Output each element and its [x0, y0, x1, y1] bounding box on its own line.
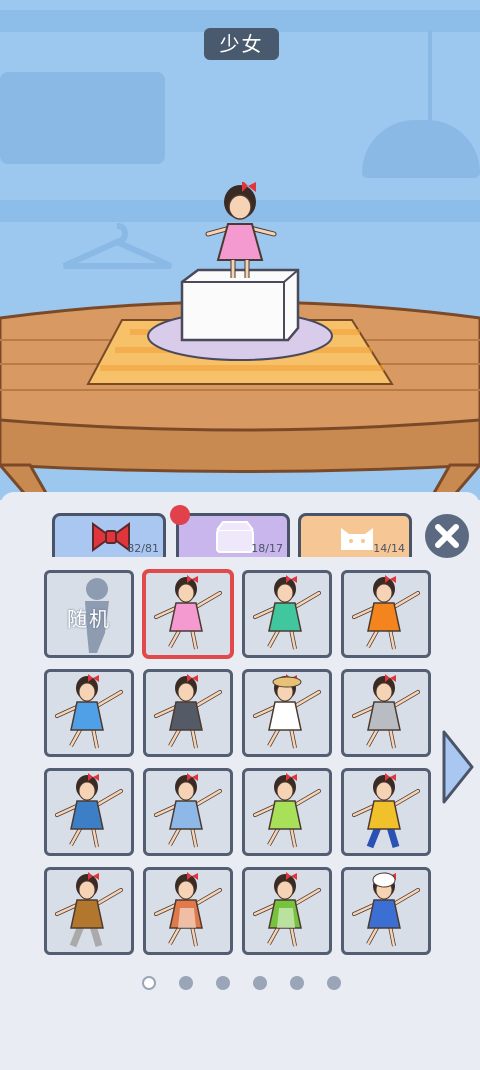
tab-pets-count: 14/14 [373, 542, 405, 555]
close-button[interactable] [425, 514, 469, 558]
page-dot[interactable] [290, 976, 304, 990]
outfit-figure-icon [55, 674, 123, 749]
outfit-cell[interactable] [143, 669, 233, 757]
outfit-figure-icon [253, 575, 321, 650]
outfit-cell[interactable] [341, 669, 431, 757]
preview-scene: 少女 [0, 0, 480, 500]
outfit-cell[interactable] [44, 669, 134, 757]
tab-accessories-count: 18/17 [251, 542, 283, 555]
outfit-figure-icon [352, 773, 420, 849]
page-dot[interactable] [327, 976, 341, 990]
outfit-cell[interactable] [143, 867, 233, 955]
outfit-figure-icon [55, 872, 123, 948]
new-badge [170, 505, 190, 525]
outfit-figure-icon [253, 773, 321, 848]
outfit-figure-icon [55, 773, 123, 848]
outfit-cell[interactable] [242, 570, 332, 658]
page-indicator [140, 976, 360, 992]
page-dot[interactable] [253, 976, 267, 990]
tab-pets[interactable]: 14/14 [298, 513, 412, 557]
tab-accessories[interactable]: 18/17 [176, 513, 290, 557]
character-title: 少女 [204, 28, 279, 60]
lamp-cord [428, 30, 432, 122]
outfit-cell[interactable] [143, 570, 233, 658]
wall-board [0, 72, 165, 164]
close-icon [435, 524, 459, 548]
page-dot[interactable] [179, 976, 193, 990]
outfit-figure-icon [154, 674, 222, 749]
outfit-cell[interactable] [341, 867, 431, 955]
random-label: 随机 [67, 607, 111, 631]
outfit-cell[interactable] [242, 669, 332, 757]
tab-outfits[interactable]: 82/81 [52, 513, 166, 557]
outfit-cell[interactable] [242, 867, 332, 955]
outfit-figure-icon [352, 674, 420, 749]
outfit-cell[interactable] [341, 768, 431, 856]
tab-outfits-count: 82/81 [127, 542, 159, 555]
outfit-cell[interactable] [44, 768, 134, 856]
outfit-figure-icon [253, 872, 321, 947]
girl-character [205, 182, 277, 278]
random-outfit-button[interactable]: 随机 [44, 570, 134, 658]
outfit-figure-icon [352, 872, 420, 947]
page-dot[interactable] [142, 976, 156, 990]
outfit-cell[interactable] [341, 570, 431, 658]
outfit-figure-icon [154, 575, 222, 650]
hanger-icon [62, 223, 173, 269]
outfit-figure-icon [154, 872, 222, 947]
outfit-cell[interactable] [44, 867, 134, 955]
outfit-figure-icon [253, 674, 321, 749]
outfit-cell[interactable] [143, 768, 233, 856]
page-dot[interactable] [216, 976, 230, 990]
outfit-figure-icon [352, 575, 420, 650]
outfit-cell[interactable] [242, 768, 332, 856]
outfit-figure-icon [154, 773, 222, 848]
lamp-shade [362, 120, 480, 178]
next-page-arrow-icon[interactable] [440, 728, 476, 806]
